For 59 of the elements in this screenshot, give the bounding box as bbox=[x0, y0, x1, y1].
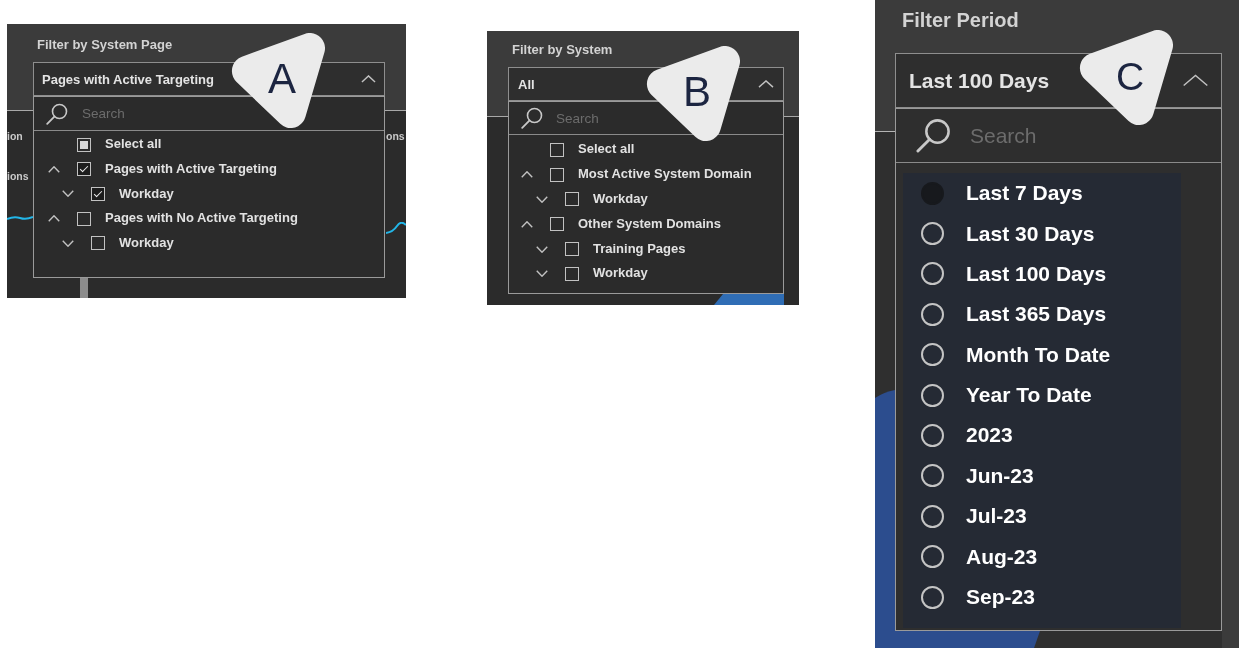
chart-label: ions bbox=[7, 169, 29, 183]
search-field[interactable]: Search bbox=[82, 97, 384, 130]
option-label[interactable]: Pages with Active Targeting bbox=[105, 161, 277, 177]
option-label[interactable]: Workday bbox=[119, 235, 174, 251]
chevron-down-icon[interactable] bbox=[536, 245, 548, 253]
option-label[interactable]: Sep-23 bbox=[966, 585, 1035, 610]
option-label[interactable]: Training Pages bbox=[593, 241, 686, 257]
checkbox[interactable] bbox=[91, 187, 105, 201]
filter-title: Filter Period bbox=[902, 8, 1019, 32]
checkbox[interactable] bbox=[550, 167, 564, 182]
option-label[interactable]: Month To Date bbox=[966, 342, 1111, 367]
search-icon bbox=[916, 118, 951, 153]
chart-label: ion bbox=[7, 129, 23, 143]
chart-line bbox=[386, 222, 406, 234]
option-label[interactable]: Pages with No Active Targeting bbox=[105, 211, 298, 227]
chart-label: ons bbox=[386, 129, 405, 143]
checkbox[interactable] bbox=[565, 192, 579, 207]
option-label[interactable]: Last 7 Days bbox=[966, 181, 1083, 206]
option-label[interactable]: Last 100 Days bbox=[966, 261, 1107, 287]
option-label[interactable]: Select all bbox=[578, 142, 635, 158]
filter-title: Filter by System bbox=[512, 42, 613, 58]
chevron-up-icon[interactable] bbox=[48, 215, 60, 223]
callout-letter: C bbox=[1115, 56, 1145, 96]
chevron-down-icon[interactable] bbox=[536, 270, 548, 278]
option-label[interactable]: Workday bbox=[593, 266, 648, 282]
chart-area bbox=[714, 294, 784, 305]
checkbox[interactable] bbox=[91, 236, 105, 251]
chevron-up-icon[interactable] bbox=[521, 171, 533, 179]
option-label[interactable]: Other System Domains bbox=[578, 216, 722, 232]
option-label[interactable]: Year To Date bbox=[966, 383, 1092, 408]
chevron-up-icon[interactable] bbox=[521, 220, 533, 228]
filter-title: Filter by System Page bbox=[37, 37, 173, 53]
checkbox[interactable] bbox=[77, 211, 91, 226]
chart-line bbox=[7, 213, 33, 223]
checkbox[interactable] bbox=[550, 217, 564, 232]
chevron-down-icon[interactable] bbox=[62, 239, 74, 247]
search-field[interactable]: Search bbox=[970, 109, 1221, 162]
option-label[interactable]: Aug-23 bbox=[966, 544, 1038, 569]
radio-button[interactable] bbox=[921, 181, 944, 205]
chevron-down-icon[interactable] bbox=[536, 196, 548, 203]
checkbox[interactable] bbox=[565, 266, 579, 281]
checkbox[interactable] bbox=[77, 162, 91, 177]
option-label[interactable]: Select all bbox=[105, 137, 162, 153]
checkbox[interactable] bbox=[565, 242, 579, 257]
search-icon bbox=[521, 107, 543, 129]
checkbox[interactable] bbox=[550, 142, 564, 157]
chart-bar bbox=[80, 278, 88, 298]
option-label[interactable]: Last 30 Days bbox=[966, 221, 1095, 246]
option-label[interactable]: Most Active System Domain bbox=[578, 167, 752, 183]
checkbox[interactable] bbox=[77, 137, 91, 152]
chevron-down-icon[interactable] bbox=[62, 190, 74, 198]
option-label[interactable]: Jul-23 bbox=[966, 504, 1027, 529]
option-label[interactable]: 2023 bbox=[966, 423, 1013, 448]
chevron-up-icon[interactable] bbox=[48, 165, 60, 173]
option-label[interactable]: Last 365 Days bbox=[966, 302, 1107, 327]
search-icon bbox=[46, 102, 68, 125]
option-label[interactable]: Workday bbox=[593, 192, 648, 207]
option-label[interactable]: Jun-23 bbox=[966, 463, 1034, 488]
option-label[interactable]: Workday bbox=[119, 186, 174, 202]
